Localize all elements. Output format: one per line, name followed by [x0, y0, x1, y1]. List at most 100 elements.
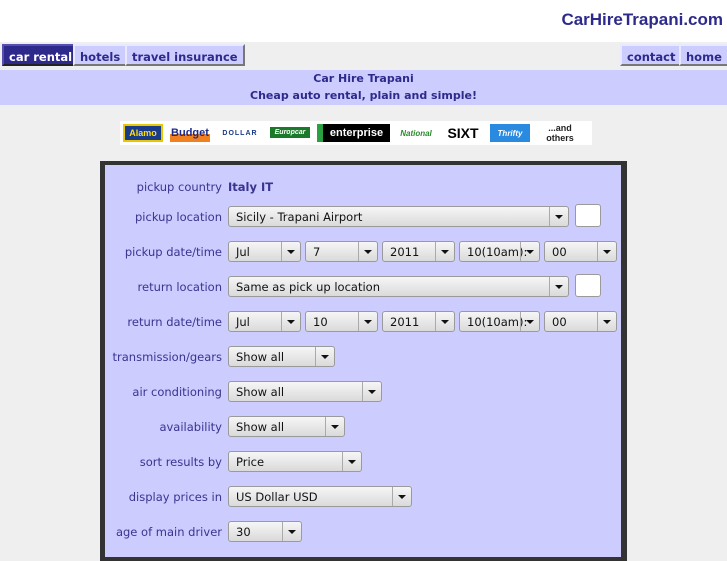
pickup-month-value: Jul	[236, 245, 250, 259]
row-currency: display prices in US Dollar USD	[105, 486, 625, 510]
others-line1: ...and	[548, 123, 572, 133]
pickup-year-select[interactable]: 2011	[382, 241, 455, 262]
chevron-down-icon	[520, 242, 539, 261]
row-air-conditioning: air conditioning Show all	[105, 381, 625, 405]
driver-age-select[interactable]: 30	[228, 521, 302, 542]
site-title[interactable]: CarHireTrapani.com	[561, 10, 723, 30]
label-sort-by: sort results by	[139, 455, 222, 469]
driver-age-value: 30	[236, 525, 251, 539]
pickup-hour-select[interactable]: 10(10am):	[459, 241, 540, 262]
banner: Car Hire Trapani Cheap auto rental, plai…	[0, 70, 727, 105]
label-return-datetime: return date/time	[127, 315, 222, 329]
pickup-minute-value: 00	[552, 245, 567, 259]
return-location-select[interactable]: Same as pick up location	[228, 276, 569, 297]
chevron-down-icon	[315, 347, 334, 366]
pickup-month-select[interactable]: Jul	[228, 241, 301, 262]
logo-national: National	[400, 128, 432, 138]
supplier-logos: Alamo Budget DOLLAR Europcar enterprise …	[120, 121, 592, 145]
row-transmission: transmission/gears Show all	[105, 346, 625, 370]
label-air-conditioning: air conditioning	[132, 385, 222, 399]
nav-car-rental[interactable]: car rental	[2, 44, 80, 66]
label-transmission: transmission/gears	[112, 350, 222, 364]
row-return-location: return location Same as pick up location	[105, 274, 625, 300]
pickup-location-checkbox[interactable]	[575, 204, 601, 227]
return-year-value: 2011	[390, 315, 420, 329]
chevron-down-icon	[597, 312, 616, 331]
air-conditioning-value: Show all	[236, 385, 285, 399]
return-month-value: Jul	[236, 315, 250, 329]
chevron-down-icon	[282, 522, 301, 541]
row-driver-age: age of main driver 30	[105, 521, 625, 545]
label-driver-age: age of main driver	[115, 525, 222, 539]
others-line2: others	[546, 133, 574, 143]
row-pickup-datetime: pickup date/time Jul 7 2011 10(10am): 00	[105, 241, 625, 265]
chevron-down-icon	[435, 242, 454, 261]
return-hour-select[interactable]: 10(10am):	[459, 311, 540, 332]
chevron-down-icon	[597, 242, 616, 261]
nav-home[interactable]: home	[679, 44, 727, 66]
return-location-value: Same as pick up location	[236, 280, 380, 294]
logo-europcar: Europcar	[270, 127, 310, 138]
pickup-location-value: Sicily - Trapani Airport	[236, 210, 363, 224]
chevron-down-icon	[281, 312, 300, 331]
sort-by-select[interactable]: Price	[228, 451, 362, 472]
pickup-year-value: 2011	[390, 245, 420, 259]
label-return-location: return location	[137, 280, 222, 294]
nav-hotels[interactable]: hotels	[73, 44, 128, 66]
transmission-value: Show all	[236, 350, 285, 364]
chevron-down-icon	[392, 487, 411, 506]
chevron-down-icon	[520, 312, 539, 331]
nav-contact[interactable]: contact	[620, 44, 683, 66]
chevron-down-icon	[549, 277, 568, 296]
logo-enterprise: enterprise	[317, 124, 390, 142]
search-form: pickup country Italy IT pickup location …	[100, 161, 627, 561]
pickup-day-value: 7	[313, 245, 321, 259]
return-minute-select[interactable]: 00	[544, 311, 617, 332]
air-conditioning-select[interactable]: Show all	[228, 381, 382, 402]
label-pickup-country: pickup country	[136, 180, 222, 194]
chevron-down-icon	[281, 242, 300, 261]
banner-title: Car Hire Trapani	[313, 72, 414, 85]
banner-subtitle: Cheap auto rental, plain and simple!	[250, 89, 477, 102]
label-pickup-datetime: pickup date/time	[124, 245, 222, 259]
return-month-select[interactable]: Jul	[228, 311, 301, 332]
logo-budget: Budget	[170, 124, 210, 142]
pickup-location-select[interactable]: Sicily - Trapani Airport	[228, 206, 569, 227]
return-day-value: 10	[313, 315, 328, 329]
availability-value: Show all	[236, 420, 285, 434]
return-location-checkbox[interactable]	[575, 274, 601, 297]
label-pickup-location: pickup location	[135, 210, 222, 224]
row-pickup-country: pickup country Italy IT	[105, 176, 625, 200]
logo-thrifty: Thrifty	[490, 124, 530, 142]
chevron-down-icon	[435, 312, 454, 331]
logo-sixt: SIXT	[447, 125, 479, 141]
logo-others: ...and others	[540, 123, 580, 143]
return-year-select[interactable]: 2011	[382, 311, 455, 332]
return-hour-value: 10(10am):	[467, 315, 528, 329]
row-sort-by: sort results by Price	[105, 451, 625, 475]
chevron-down-icon	[325, 417, 344, 436]
currency-value: US Dollar USD	[236, 490, 318, 504]
label-currency: display prices in	[128, 490, 222, 504]
logo-dollar: DOLLAR	[222, 129, 258, 137]
return-day-select[interactable]: 10	[305, 311, 378, 332]
chevron-down-icon	[549, 207, 568, 226]
row-return-datetime: return date/time Jul 10 2011 10(10am): 0…	[105, 311, 625, 335]
nav-bar: car rental hotels travel insurance conta…	[0, 42, 727, 70]
availability-select[interactable]: Show all	[228, 416, 345, 437]
pickup-country-value: Italy IT	[228, 180, 274, 194]
chevron-down-icon	[358, 312, 377, 331]
chevron-down-icon	[362, 382, 381, 401]
nav-travel-insurance[interactable]: travel insurance	[125, 44, 245, 66]
currency-select[interactable]: US Dollar USD	[228, 486, 412, 507]
row-availability: availability Show all	[105, 416, 625, 440]
transmission-select[interactable]: Show all	[228, 346, 335, 367]
logo-alamo: Alamo	[123, 124, 163, 142]
return-minute-value: 00	[552, 315, 567, 329]
header: CarHireTrapani.com	[0, 0, 727, 42]
pickup-day-select[interactable]: 7	[305, 241, 378, 262]
sort-by-value: Price	[236, 455, 265, 469]
row-pickup-location: pickup location Sicily - Trapani Airport	[105, 204, 625, 230]
pickup-minute-select[interactable]: 00	[544, 241, 617, 262]
chevron-down-icon	[358, 242, 377, 261]
